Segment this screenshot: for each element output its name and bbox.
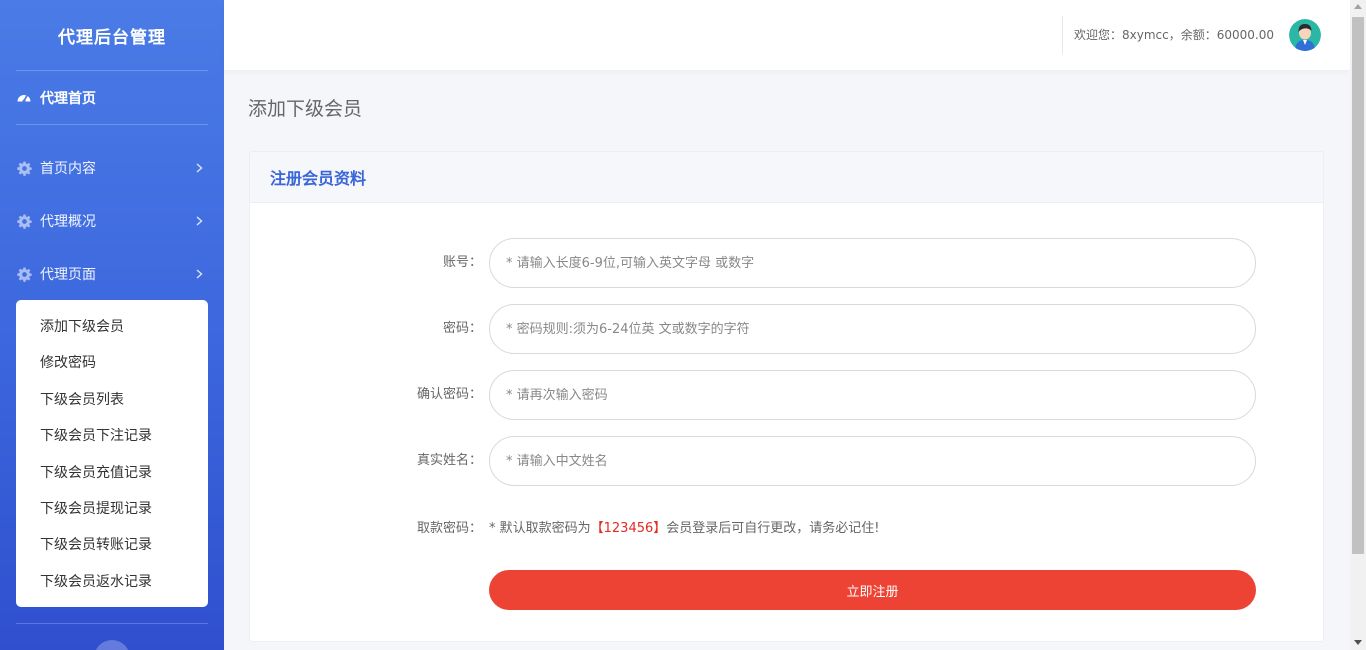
form-row-real-name: 真实姓名：: [250, 436, 1325, 486]
sidebar-divider: [16, 124, 208, 125]
default-password-highlight: 【123456】: [590, 521, 667, 536]
sidebar-item-label: 代理页面: [40, 267, 96, 283]
sidebar-submenu: 添加下级会员 修改密码 下级会员列表 下级会员下注记录 下级会员充值记录 下级会…: [16, 300, 208, 607]
sidebar-divider: [16, 70, 208, 71]
account-label: 账号：: [442, 255, 482, 270]
submenu-item-deposit-records[interactable]: 下级会员充值记录: [16, 455, 208, 491]
sidebar: 代理后台管理 代理首页 首页内容 代理概况 代理页面 添加下级会员 修改密码 下…: [0, 0, 224, 650]
gear-icon: [16, 213, 32, 229]
card-title: 注册会员资料: [270, 169, 367, 188]
top-header: 欢迎您：8xymcc，余额：60000.00: [224, 0, 1350, 70]
scrollbar-thumb[interactable]: [1352, 17, 1364, 554]
sidebar-item-label: 代理首页: [40, 91, 96, 107]
account-input[interactable]: [489, 238, 1256, 288]
scroll-up-icon[interactable]: [1354, 4, 1362, 9]
form-row-account: 账号：: [250, 238, 1325, 288]
brand-title: 代理后台管理: [58, 27, 166, 48]
submenu-item-member-list[interactable]: 下级会员列表: [16, 382, 208, 418]
form-row-password: 密码：: [250, 304, 1325, 354]
welcome-text: 欢迎您：8xymcc，余额：60000.00: [1074, 28, 1274, 42]
confirm-password-label: 确认密码：: [416, 387, 482, 402]
dashboard-icon: [16, 90, 32, 106]
submenu-item-withdraw-records[interactable]: 下级会员提现记录: [16, 491, 208, 527]
submenu-item-change-password[interactable]: 修改密码: [16, 345, 208, 381]
note-suffix: 会员登录后可自行更改，请务必记住!: [666, 521, 880, 536]
form-row-confirm-password: 确认密码：: [250, 370, 1325, 420]
submenu-item-add-member[interactable]: 添加下级会员: [16, 309, 208, 345]
page-title: 添加下级会员: [248, 98, 363, 120]
sidebar-item-home[interactable]: 代理首页: [16, 83, 208, 113]
register-submit-button[interactable]: 立即注册: [489, 570, 1256, 610]
card-header: 注册会员资料: [250, 152, 1323, 203]
note-prefix: * 默认取款密码为: [489, 521, 591, 536]
sidebar-item-label: 代理概况: [40, 214, 96, 230]
form-row-withdraw-password: 取款密码： * 默认取款密码为【123456】会员登录后可自行更改，请务必记住!: [250, 517, 1325, 541]
avatar-icon: [1289, 19, 1321, 51]
gear-icon: [16, 160, 32, 176]
withdraw-password-note: * 默认取款密码为【123456】会员登录后可自行更改，请务必记住!: [489, 517, 880, 541]
real-name-label: 真实姓名：: [416, 453, 482, 468]
password-input[interactable]: [489, 304, 1256, 354]
gear-icon: [16, 266, 32, 282]
confirm-password-input[interactable]: [489, 370, 1256, 420]
real-name-input[interactable]: [489, 436, 1256, 486]
sidebar-divider: [16, 623, 208, 624]
register-card: 注册会员资料 账号： 密码： 确认密码： 真实姓名： 取款密码： * 默认取款密…: [249, 151, 1324, 642]
password-label: 密码：: [442, 321, 482, 336]
sidebar-avatar: [94, 640, 130, 650]
sidebar-item-agent-pages[interactable]: 代理页面: [16, 259, 208, 289]
sidebar-item-agent-overview[interactable]: 代理概况: [16, 206, 208, 236]
chevron-right-icon: [194, 269, 204, 279]
header-divider: [1062, 16, 1063, 54]
chevron-right-icon: [194, 216, 204, 226]
sidebar-item-label: 首页内容: [40, 161, 96, 177]
user-avatar[interactable]: [1289, 19, 1321, 51]
submenu-item-bet-records[interactable]: 下级会员下注记录: [16, 418, 208, 454]
chevron-right-icon: [194, 163, 204, 173]
page-scrollbar[interactable]: [1350, 0, 1366, 650]
scroll-down-icon[interactable]: [1354, 640, 1362, 645]
submenu-item-rebate-records[interactable]: 下级会员返水记录: [16, 564, 208, 600]
submenu-item-transfer-records[interactable]: 下级会员转账记录: [16, 527, 208, 563]
withdraw-password-label: 取款密码：: [416, 521, 482, 536]
sidebar-item-home-content[interactable]: 首页内容: [16, 153, 208, 183]
